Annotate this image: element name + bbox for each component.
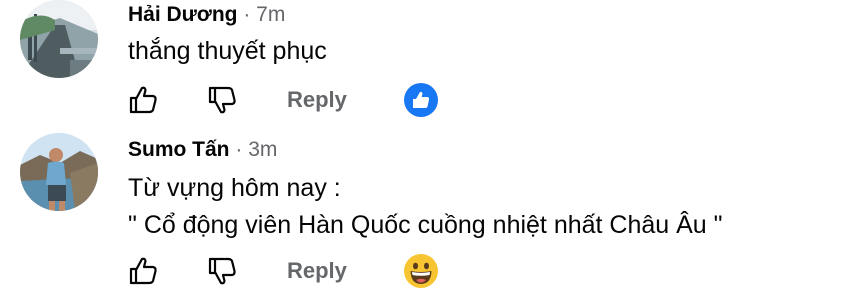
author-name[interactable]: Hải Dương <box>128 3 237 26</box>
reply-button[interactable]: Reply <box>287 251 347 291</box>
comment-timestamp[interactable]: 7m <box>256 3 285 26</box>
reply-button[interactable]: Reply <box>287 80 347 120</box>
avatar[interactable] <box>20 0 98 78</box>
avatar-image <box>20 133 98 211</box>
like-button[interactable] <box>126 254 160 288</box>
meta-separator: · <box>243 3 251 26</box>
avatar[interactable] <box>20 133 98 211</box>
like-button[interactable] <box>126 83 160 117</box>
comment-text-line: Từ vựng hôm nay : <box>128 174 341 202</box>
comment-meta: Sumo Tấn · 3m <box>128 137 277 163</box>
like-reaction-icon[interactable] <box>403 82 439 118</box>
like-reaction-badge <box>404 83 438 117</box>
comment-text: thắng thuyết phục <box>128 37 327 65</box>
thumbs-down-icon <box>208 86 236 114</box>
comment-actions: Reply <box>0 80 844 120</box>
comment-actions: Reply <box>0 251 844 291</box>
thumbs-up-icon <box>129 257 157 285</box>
dislike-button[interactable] <box>205 254 239 288</box>
comment-item: Sumo Tấn · 3m Từ vựng hôm nay : " Cổ độn… <box>0 133 844 298</box>
comment-text-line: " Cổ động viên Hàn Quốc cuồng nhiệt nhất… <box>128 211 723 239</box>
grinning-face-reaction-icon[interactable] <box>403 253 439 289</box>
meta-separator: · <box>235 138 243 161</box>
thumbs-up-icon <box>129 86 157 114</box>
author-name[interactable]: Sumo Tấn <box>128 138 230 161</box>
avatar-image <box>20 0 98 78</box>
grinning-face-emoji <box>404 254 438 288</box>
dislike-button[interactable] <box>205 83 239 117</box>
thumbs-down-icon <box>208 257 236 285</box>
comment-meta: Hải Dương · 7m <box>128 2 285 28</box>
comment-item: Hải Dương · 7m thắng thuyết phục Reply <box>0 0 844 125</box>
comment-timestamp[interactable]: 3m <box>248 138 277 161</box>
